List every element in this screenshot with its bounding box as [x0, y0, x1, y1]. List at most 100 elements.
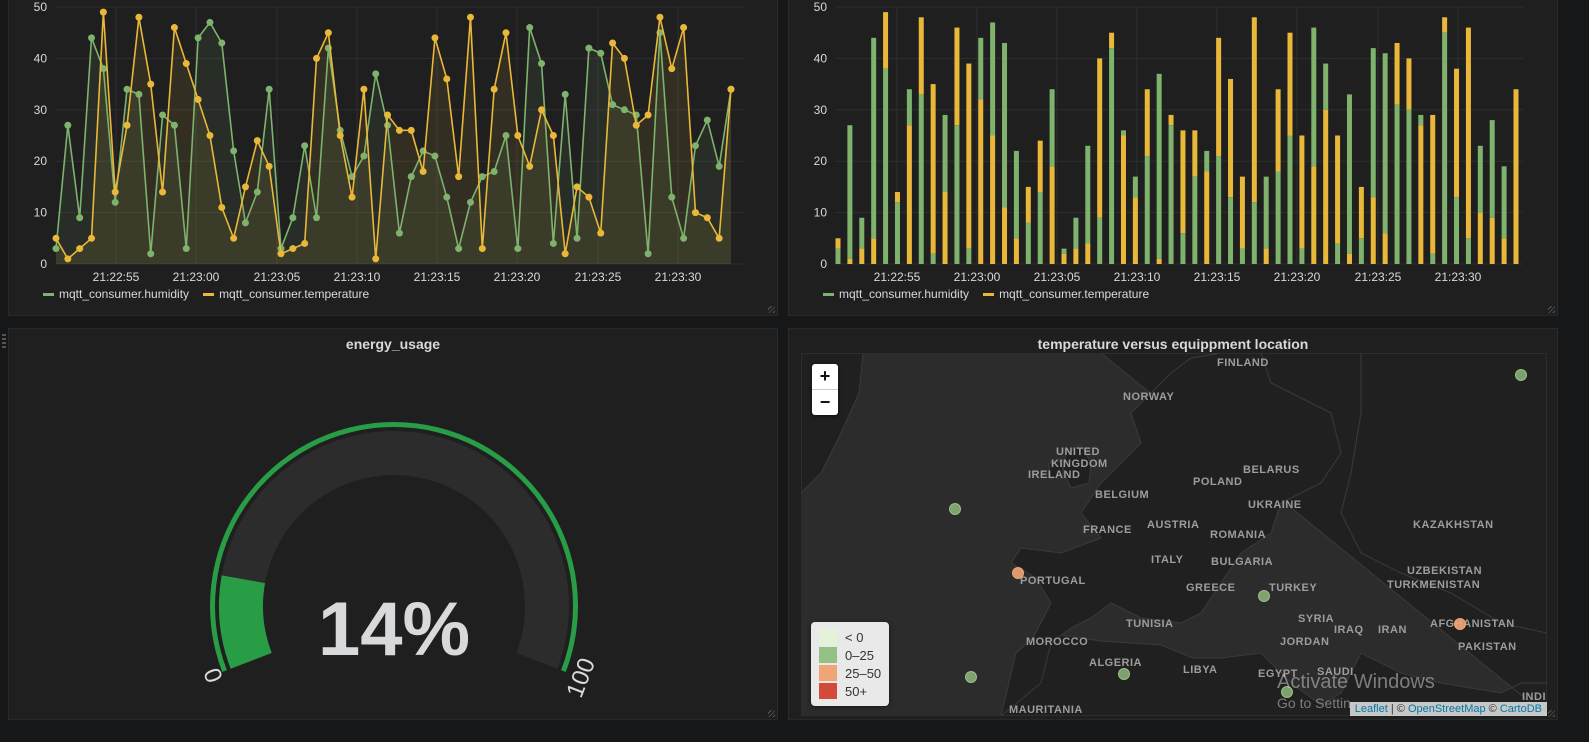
data-point [52, 245, 60, 253]
legend-label: < 0 [845, 629, 864, 645]
bar-segment [1477, 212, 1483, 264]
osm-link[interactable]: OpenStreetMap [1408, 703, 1486, 715]
bar-segment [1394, 104, 1400, 264]
panel-resize-handle[interactable] [768, 710, 775, 717]
bar-segment [1382, 53, 1388, 234]
data-point [466, 13, 474, 21]
data-point [573, 183, 581, 191]
bar-segment [954, 27, 960, 126]
map-marker[interactable] [1258, 590, 1270, 602]
bar-segment [883, 12, 889, 69]
data-point [147, 80, 155, 88]
line-chart-legend: mqtt_consumer.humidity mqtt_consumer.tem… [43, 287, 369, 301]
map-marker[interactable] [1454, 618, 1466, 630]
bar-segment [1228, 197, 1234, 264]
panel-title[interactable]: temperature versus equippment location [789, 336, 1557, 352]
bar-segment [1406, 109, 1412, 264]
data-point [715, 234, 723, 242]
map-marker[interactable] [1012, 567, 1024, 579]
panel-resize-handle[interactable] [768, 306, 775, 313]
legend-swatch-humidity [823, 292, 834, 296]
bar-segment [1442, 17, 1448, 33]
y-tick-label: 30 [34, 103, 48, 117]
worldmap[interactable]: FINLAND NORWAY UNITED KINGDOM IRELAND BE… [801, 353, 1547, 716]
bar-segment [1418, 125, 1424, 264]
bar-segment [1477, 145, 1483, 213]
leaflet-link[interactable]: Leaflet [1355, 703, 1388, 715]
bar-segment [1061, 253, 1067, 264]
bar-segment [1346, 253, 1352, 264]
bar-segment [1192, 176, 1198, 264]
bar-segment [1002, 42, 1008, 208]
map-marker[interactable] [949, 503, 961, 515]
y-tick-label: 50 [34, 0, 48, 14]
data-point [182, 60, 190, 68]
bar-segment [1358, 238, 1364, 264]
map-marker[interactable] [1118, 668, 1130, 680]
legend-item-temperature[interactable]: mqtt_consumer.temperature [983, 287, 1149, 301]
y-tick-label: 20 [34, 154, 48, 168]
data-point [490, 85, 498, 93]
data-point [490, 167, 498, 175]
gauge-panel: energy_usage 14% 0 100 [8, 328, 778, 720]
legend-label: 50+ [845, 683, 868, 699]
data-point [170, 121, 178, 129]
map-marker[interactable] [1515, 369, 1527, 381]
bar-segment [1239, 176, 1245, 249]
bar-segment [1025, 222, 1031, 264]
data-point [360, 85, 368, 93]
data-point [289, 214, 297, 222]
data-point [538, 106, 546, 114]
bar-segment [1358, 186, 1364, 239]
bar-segment [1263, 248, 1269, 264]
legend-swatch-temperature [983, 292, 995, 296]
panel-drag-handle[interactable] [2, 334, 6, 348]
bar-segment [1192, 130, 1198, 177]
data-point [313, 214, 321, 222]
legend-item-humidity[interactable]: mqtt_consumer.humidity [43, 287, 189, 301]
panel-resize-handle[interactable] [1548, 306, 1555, 313]
legend-item-temperature[interactable]: mqtt_consumer.temperature [203, 287, 369, 301]
data-point [182, 245, 190, 253]
map-panel: temperature versus equippment location F… [788, 328, 1558, 720]
x-tick-label: 21:23:05 [254, 270, 301, 284]
data-point [585, 193, 593, 201]
bar-segment [942, 114, 948, 193]
data-point [372, 255, 380, 263]
bar-segment [1144, 89, 1150, 157]
bar-segment [894, 192, 900, 203]
zoom-in-button[interactable]: + [812, 364, 838, 390]
data-point [218, 203, 226, 211]
x-tick-label: 21:23:10 [1114, 270, 1161, 284]
x-tick-label: 21:23:25 [1355, 270, 1402, 284]
data-point [395, 229, 403, 237]
data-point [502, 132, 510, 139]
x-tick-label: 21:23:05 [1034, 270, 1081, 284]
bar-segment [906, 125, 912, 264]
bar-segment [1275, 89, 1281, 172]
data-point [668, 193, 676, 201]
legend-label: mqtt_consumer.temperature [219, 287, 370, 301]
data-point [88, 34, 96, 42]
data-point [384, 111, 392, 119]
data-point [514, 245, 522, 253]
map-legend-row: 25–50 [819, 664, 881, 682]
data-point [301, 239, 309, 247]
data-point [407, 126, 415, 134]
map-marker[interactable] [965, 671, 977, 683]
bar-segment [1144, 156, 1150, 264]
data-point [265, 85, 273, 93]
legend-item-humidity[interactable]: mqtt_consumer.humidity [823, 287, 969, 301]
x-tick-label: 21:22:55 [874, 270, 921, 284]
data-point [455, 245, 463, 253]
panel-resize-handle[interactable] [1548, 710, 1555, 717]
data-point [218, 39, 226, 47]
data-point [206, 132, 214, 139]
data-point [514, 132, 522, 139]
map-legend: < 0 0–25 25–50 50+ [811, 622, 890, 706]
carto-link[interactable]: CartoDB [1500, 703, 1542, 715]
zoom-out-button[interactable]: − [812, 390, 838, 415]
bar-segment [1097, 58, 1103, 218]
data-point [597, 229, 605, 237]
bar-segment [1335, 135, 1341, 244]
